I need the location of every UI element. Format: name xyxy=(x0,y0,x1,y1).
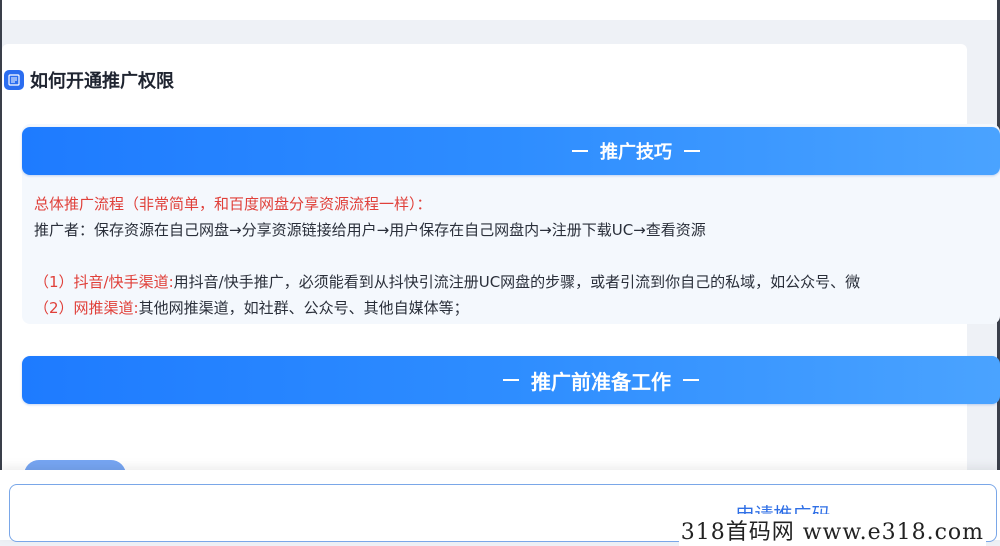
channel-list: （1）抖音/快手渠道:用抖音/快手推广，必须能看到从抖快引流注册UC网盘的步骤，… xyxy=(0,266,985,326)
channel-label: （2）网推渠道: xyxy=(34,299,139,317)
channel-text: 用抖音/快手推广，必须能看到从抖快引流注册UC网盘的步骤，或者引流到你自己的私域… xyxy=(173,273,861,291)
process-line: 推广者：保存资源在自己网盘→分享资源链接给用户→用户保存在自己网盘内→注册下载U… xyxy=(34,221,706,239)
watermark: 318首码网 www.e318.com xyxy=(678,514,986,546)
doc-badge-icon xyxy=(4,70,24,90)
top-divider xyxy=(0,20,1000,38)
channel-item-douyin: （1）抖音/快手渠道:用抖音/快手推广，必须能看到从抖快引流注册UC网盘的步骤，… xyxy=(34,271,860,292)
prep-banner-label: 推广前准备工作 xyxy=(531,369,671,394)
dash-right xyxy=(683,379,699,381)
top-strip xyxy=(0,0,1000,21)
process-heading: 总体推广流程（非常简单，和百度网盘分享资源流程一样）： xyxy=(34,195,432,213)
dash-right xyxy=(684,150,700,152)
tips-banner: 推广技巧 xyxy=(22,127,1000,175)
prep-banner: 推广前准备工作 xyxy=(22,356,1000,404)
dash-left xyxy=(503,379,519,381)
section-title: 如何开通推广权限 xyxy=(30,71,174,92)
channel-label: （1）抖音/快手渠道: xyxy=(34,273,174,291)
channel-item-web: （2）网推渠道:其他网推渠道，如社群、公众号、其他自媒体等； xyxy=(34,297,469,318)
section-header: 如何开通推广权限 xyxy=(4,66,174,94)
dash-left xyxy=(572,150,588,152)
channel-text: 其他网推渠道，如社群、公众号、其他自媒体等； xyxy=(138,299,469,317)
tips-banner-label: 推广技巧 xyxy=(600,142,672,163)
